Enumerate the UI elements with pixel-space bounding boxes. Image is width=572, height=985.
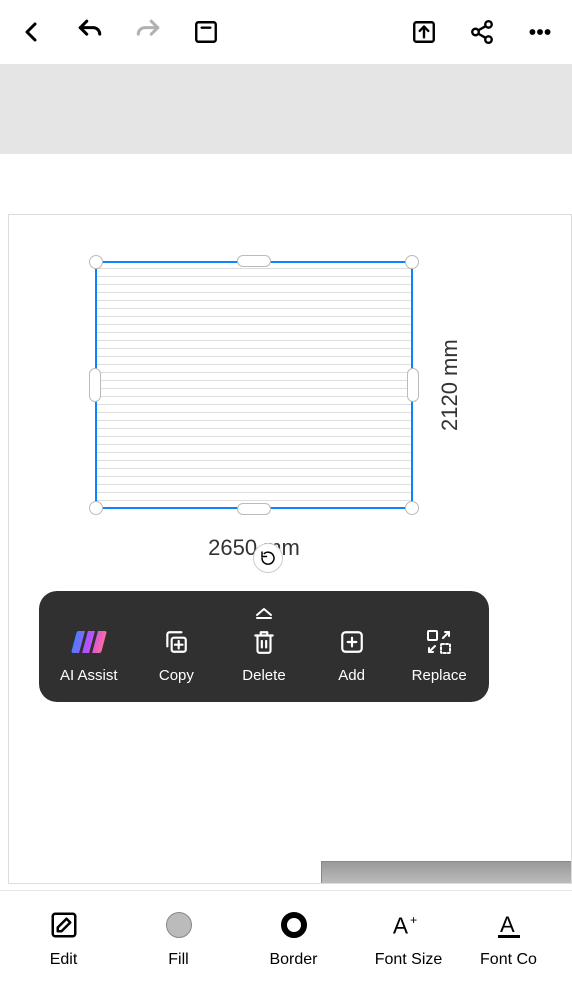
replace-label: Replace: [412, 667, 467, 684]
copy-button[interactable]: Copy: [136, 627, 216, 684]
edit-label: Edit: [50, 951, 78, 969]
selected-object[interactable]: 2650 mm 2120 mm: [89, 255, 419, 515]
resize-handle-left[interactable]: [89, 368, 101, 402]
edit-icon: [46, 907, 82, 943]
fill-label: Fill: [168, 951, 188, 969]
add-label: Add: [338, 667, 365, 684]
border-tool[interactable]: Border: [236, 891, 351, 985]
resize-handle-right[interactable]: [407, 368, 419, 402]
height-label: 2120 mm: [437, 255, 463, 515]
resize-handle-tr[interactable]: [405, 255, 419, 269]
replace-button[interactable]: Replace: [399, 627, 479, 684]
ai-assist-button[interactable]: AI Assist: [49, 627, 129, 684]
resize-handle-bl[interactable]: [89, 501, 103, 515]
share-button[interactable]: [468, 18, 496, 46]
ai-assist-label: AI Assist: [60, 667, 118, 684]
copy-icon: [161, 627, 191, 657]
back-button[interactable]: [18, 18, 46, 46]
add-button[interactable]: Add: [312, 627, 392, 684]
export-icon: [411, 19, 437, 45]
page-edge-shadow: [321, 861, 571, 883]
more-icon: [527, 19, 553, 45]
resize-handle-tl[interactable]: [89, 255, 103, 269]
svg-text:A: A: [500, 912, 515, 937]
more-button[interactable]: [526, 18, 554, 46]
expand-menu-button[interactable]: [39, 603, 489, 627]
resize-handle-top[interactable]: [237, 255, 271, 267]
font-size-tool[interactable]: A+ Font Size: [351, 891, 466, 985]
redo-button: [134, 18, 162, 46]
edit-tool[interactable]: Edit: [6, 891, 121, 985]
chevron-up-icon: [254, 605, 274, 619]
delete-button[interactable]: Delete: [224, 627, 304, 684]
object-fill: [95, 261, 413, 509]
font-color-icon: A: [491, 907, 527, 943]
top-toolbar: [0, 0, 572, 64]
rotate-handle[interactable]: [253, 543, 283, 573]
share-icon: [469, 19, 495, 45]
fill-tool[interactable]: Fill: [121, 891, 236, 985]
fill-icon: [161, 907, 197, 943]
ai-assist-icon: [74, 627, 104, 657]
border-label: Border: [269, 951, 317, 969]
replace-icon: [424, 627, 454, 657]
font-size-label: Font Size: [375, 951, 443, 969]
resize-handle-br[interactable]: [405, 501, 419, 515]
chevron-left-icon: [20, 20, 44, 44]
svg-text:+: +: [409, 913, 416, 927]
border-icon: [276, 907, 312, 943]
copy-label: Copy: [159, 667, 194, 684]
resize-handle-bottom[interactable]: [237, 503, 271, 515]
export-button[interactable]: [410, 18, 438, 46]
delete-label: Delete: [242, 667, 285, 684]
delete-icon: [249, 627, 279, 657]
context-menu: AI Assist Copy Delete: [39, 591, 489, 702]
bottom-toolbar: Edit Fill Border A+ Font Size A Font Co: [0, 890, 572, 985]
add-icon: [337, 627, 367, 657]
header-band: [0, 64, 572, 154]
rotate-icon: [259, 549, 277, 567]
save-button[interactable]: [192, 18, 220, 46]
svg-text:A: A: [392, 913, 408, 939]
redo-icon: [135, 19, 161, 45]
canvas-page[interactable]: 2650 mm 2120 mm AI Assist Copy: [8, 214, 572, 884]
font-color-tool[interactable]: A Font Co: [466, 891, 551, 985]
undo-button[interactable]: [76, 18, 104, 46]
save-icon: [193, 19, 219, 45]
undo-icon: [77, 19, 103, 45]
font-size-icon: A+: [391, 907, 427, 943]
font-color-label: Font Co: [480, 951, 537, 969]
canvas-area[interactable]: 2650 mm 2120 mm AI Assist Copy: [0, 154, 572, 890]
